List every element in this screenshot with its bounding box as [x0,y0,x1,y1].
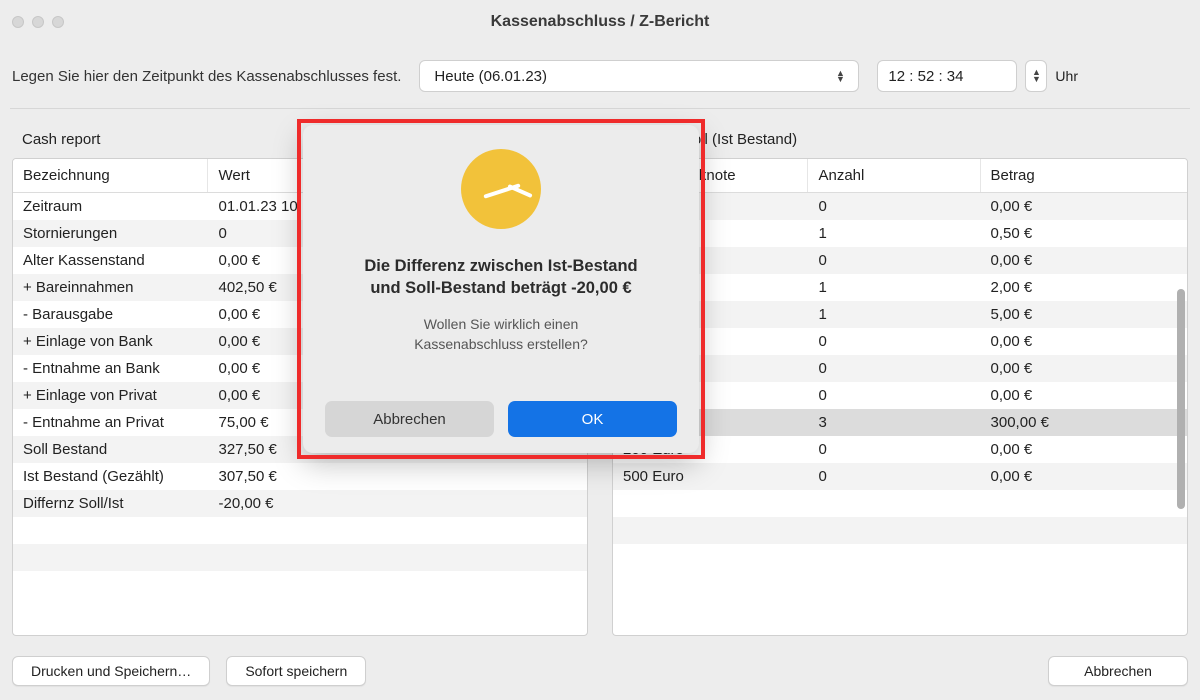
chevron-down-icon: ▼ [1032,76,1041,83]
cell-count[interactable]: 0 [808,328,980,355]
cancel-button[interactable]: Abbrechen [1048,656,1188,686]
cell-label: Stornierungen [13,220,208,247]
dialog-subtext: Wollen Sie wirklich einen Kassenabschlus… [414,314,588,355]
cell-value: 307,50 € [208,463,587,490]
table-row[interactable]: 100 Euro3300,00 € [613,409,1187,436]
count-protocol-table: Münze/Banknote Anzahl Betrag 20 Cent00,0… [613,159,1187,571]
table-row[interactable]: 50 Cent10,50 € [613,220,1187,247]
cell-label: - Entnahme an Bank [13,355,208,382]
cell-count[interactable]: 0 [808,193,980,221]
datetime-row: Legen Sie hier den Zeitpunkt des Kassena… [0,44,1200,108]
dialog-ok-button[interactable]: OK [508,401,677,437]
table-row[interactable]: Differnz Soll/Ist-20,00 € [13,490,587,517]
cell-count[interactable]: 1 [808,274,980,301]
cell-amount: 5,00 € [980,301,1186,328]
cell-value: -20,00 € [208,490,587,517]
dialog-cancel-button[interactable]: Abbrechen [325,401,494,437]
table-row [13,517,587,544]
cell-amount: 2,00 € [980,274,1186,301]
date-select[interactable]: Heute (06.01.23) ▲▼ [419,60,859,92]
confirm-dialog: Die Differenz zwischen Ist-Bestand und S… [303,125,699,453]
cell-label: Zeitraum [13,193,208,221]
time-value: 12 : 52 : 34 [888,68,963,85]
cell-label: Differnz Soll/Ist [13,490,208,517]
time-stepper[interactable]: ▲ ▼ [1025,60,1047,92]
cell-count[interactable]: 0 [808,382,980,409]
app-logo-icon [461,149,541,229]
titlebar: Kassenabschluss / Z-Bericht [0,0,1200,44]
col-amount[interactable]: Betrag [980,159,1186,193]
time-suffix: Uhr [1055,68,1078,84]
save-now-button[interactable]: Sofort speichern [226,656,366,686]
cell-label: - Entnahme an Privat [13,409,208,436]
table-row [613,544,1187,571]
cell-label: + Einlage von Privat [13,382,208,409]
cell-amount: 0,00 € [980,355,1186,382]
table-row[interactable]: 20 Cent00,00 € [613,193,1187,221]
cell-amount: 0,00 € [980,436,1186,463]
table-row [613,517,1187,544]
cell-count[interactable]: 0 [808,463,980,490]
cell-label: + Bareinnahmen [13,274,208,301]
table-row[interactable]: 200 Euro00,00 € [613,436,1187,463]
cell-count[interactable]: 0 [808,247,980,274]
cell-amount: 0,50 € [980,220,1186,247]
table-row[interactable]: 2 Euro12,00 € [613,274,1187,301]
scrollbar-thumb[interactable] [1177,289,1185,509]
cell-amount: 0,00 € [980,463,1186,490]
cell-count[interactable]: 1 [808,301,980,328]
cell-count[interactable]: 0 [808,436,980,463]
table-row[interactable]: Ist Bestand (Gezählt)307,50 € [13,463,587,490]
table-row [613,490,1187,517]
table-row [13,544,587,571]
cell-amount: 0,00 € [980,193,1186,221]
cell-label: Alter Kassenstand [13,247,208,274]
cell-label: Ist Bestand (Gezählt) [13,463,208,490]
table-row[interactable]: 10 Euro00,00 € [613,328,1187,355]
col-count[interactable]: Anzahl [808,159,980,193]
cell-amount: 0,00 € [980,382,1186,409]
footer: Drucken und Speichern… Sofort speichern … [0,646,1200,700]
cell-amount: 300,00 € [980,409,1186,436]
col-bezeichnung[interactable]: Bezeichnung [13,159,208,193]
cell-label: - Barausgabe [13,301,208,328]
table-row[interactable]: 1 Euro00,00 € [613,247,1187,274]
cell-label: + Einlage von Bank [13,328,208,355]
cell-count[interactable]: 1 [808,220,980,247]
cell-count[interactable]: 0 [808,355,980,382]
cell-denom: 500 Euro [613,463,808,490]
table-row[interactable]: 500 Euro00,00 € [613,463,1187,490]
table-row [13,571,587,598]
dialog-headline: Die Differenz zwischen Ist-Bestand und S… [364,255,637,300]
datetime-prompt: Legen Sie hier den Zeitpunkt des Kassena… [12,68,401,85]
cell-label: Soll Bestand [13,436,208,463]
table-row[interactable]: 5 Euro15,00 € [613,301,1187,328]
table-row[interactable]: 20 Euro00,00 € [613,355,1187,382]
print-and-save-button[interactable]: Drucken und Speichern… [12,656,210,686]
updown-chevron-icon: ▲▼ [832,70,848,82]
cell-amount: 0,00 € [980,247,1186,274]
date-select-value: Heute (06.01.23) [434,68,547,85]
cell-amount: 0,00 € [980,328,1186,355]
window-title: Kassenabschluss / Z-Bericht [0,13,1200,31]
time-field[interactable]: 12 : 52 : 34 [877,60,1017,92]
cell-count[interactable]: 3 [808,409,980,436]
table-row[interactable]: 50 Euro00,00 € [613,382,1187,409]
